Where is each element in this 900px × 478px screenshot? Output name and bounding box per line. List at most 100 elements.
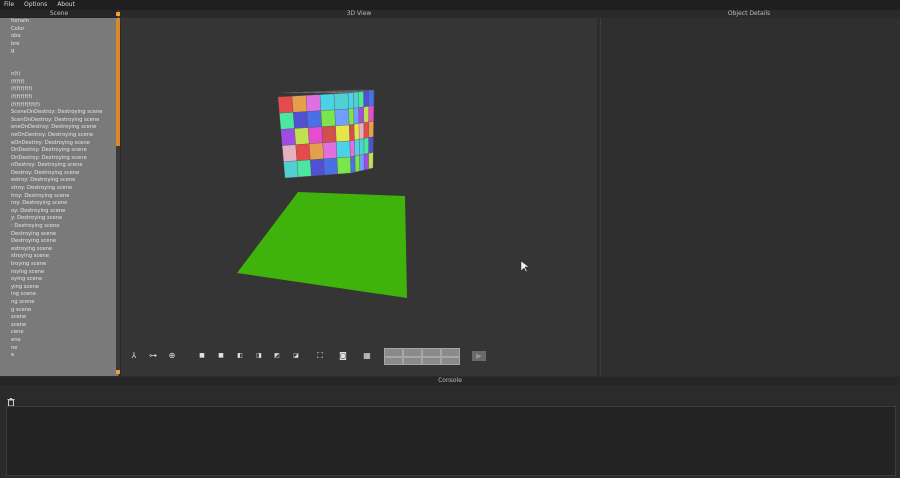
layout-button-1[interactable]	[384, 348, 403, 357]
scene-list-item[interactable]: oy: Destroying scene	[0, 208, 116, 216]
scene-list-item[interactable]: g	[0, 48, 116, 56]
scene-list-item[interactable]: scene	[0, 314, 116, 322]
trash-icon[interactable]	[7, 391, 15, 407]
scene-scrollbar-thumb[interactable]	[116, 18, 120, 146]
cube-facet	[368, 89, 375, 107]
scroll-up-arrow-icon[interactable]	[116, 12, 120, 16]
scene-list-item[interactable]: bre	[0, 41, 116, 49]
scene-list-item[interactable]: OnDestroy: Destroying scene	[0, 147, 116, 155]
grid-icon[interactable]: ▦	[362, 351, 372, 361]
layout-button-7[interactable]	[422, 357, 441, 365]
cube-facet	[359, 154, 365, 172]
3d-view-panel[interactable]: 3D View ⅄ ⊶ ⊕ ■ ■ ◧ ◨ ◩ ◪ ⛶ ◙ ▦ ▶	[121, 10, 597, 376]
mouse-cursor-icon	[520, 260, 530, 273]
view-top-icon[interactable]: ◩	[272, 351, 282, 361]
scene-list-item[interactable]: ene	[0, 337, 116, 345]
scene-list-item[interactable]: OnDestroy: Destroying scene	[0, 155, 116, 163]
scene-list-item[interactable]: oying scene	[0, 276, 116, 284]
scene-list-item[interactable]: Destroy: Destroying scene	[0, 170, 116, 178]
scene-list-item[interactable]: ing scene	[0, 291, 116, 299]
scene-list-item[interactable]: neOnDestroy: Destroying scene	[0, 132, 116, 140]
camera-icon[interactable]: ◙	[338, 351, 348, 361]
scene-list-item[interactable]: stroy: Destroying scene	[0, 185, 116, 193]
cube-facet	[348, 108, 355, 126]
cube-facet	[349, 124, 355, 142]
scene-list-item[interactable]: eOnDestroy: Destroying scene	[0, 140, 116, 148]
fit-view-icon[interactable]: ⛶	[315, 351, 325, 361]
scene-list-item[interactable]: obe	[0, 33, 116, 41]
layout-button-8[interactable]	[441, 357, 460, 365]
cube-facet	[336, 156, 352, 175]
cube-facet	[309, 142, 324, 161]
menu-options[interactable]: Options	[24, 1, 47, 8]
scene-list-item[interactable]: roy: Destroying scene	[0, 200, 116, 208]
rubiks-cube[interactable]	[277, 89, 375, 179]
scene-list-item[interactable]	[0, 64, 116, 72]
scene-list-item[interactable]: n(t)	[0, 71, 116, 79]
scene-list-item[interactable]: : Destroying scene	[0, 223, 116, 231]
cube-facet	[291, 95, 308, 113]
view-bottom-icon[interactable]: ◪	[291, 351, 301, 361]
play-icon[interactable]: ▶	[472, 351, 486, 361]
cube-facet	[368, 136, 374, 154]
scene-list-item[interactable]: SceneOnDestroy: Destroying scene	[0, 109, 116, 117]
view-left-icon[interactable]: ◧	[235, 351, 245, 361]
scene-list-item[interactable]: e	[0, 352, 116, 360]
ground-plane[interactable]	[237, 192, 407, 298]
scene-list-item[interactable]: eneOnDestroy: Destroying scene	[0, 124, 116, 132]
scene-list-item[interactable]: ne	[0, 345, 116, 353]
cube-facet	[308, 126, 323, 144]
cube-facet	[293, 111, 309, 129]
scene-list-item[interactable]: Destroying scene	[0, 238, 116, 246]
menu-file[interactable]: File	[4, 1, 14, 8]
target-icon[interactable]: ⊕	[167, 351, 177, 361]
scene-list-item[interactable]: stroying scene	[0, 253, 116, 261]
layout-button-3[interactable]	[422, 348, 441, 357]
scene-list-item[interactable]: Destroying scene	[0, 231, 116, 239]
scene-list-item[interactable]: cene	[0, 329, 116, 337]
cube-facet	[358, 91, 364, 108]
scroll-down-arrow-icon[interactable]	[116, 370, 120, 374]
scene-list-item[interactable]: estroy: Destroying scene	[0, 177, 116, 185]
cube-facet	[363, 121, 369, 139]
menu-about[interactable]: About	[57, 1, 75, 8]
scene-list-item[interactable]	[0, 56, 116, 64]
layout-button-5[interactable]	[384, 357, 403, 365]
scene-list-item[interactable]: ScenOnDestroy: Destroying scene	[0, 117, 116, 125]
3d-viewport[interactable]	[121, 10, 597, 376]
scene-list-item[interactable]: (f(f(f(f(f(f(f)	[0, 102, 116, 110]
scene-list-item[interactable]: troy: Destroying scene	[0, 193, 116, 201]
ruler-icon[interactable]: ⊶	[148, 351, 158, 361]
scene-list-item[interactable]: ng scene	[0, 299, 116, 307]
cube-facet	[305, 94, 322, 112]
scene-list-item[interactable]: roying scene	[0, 269, 116, 277]
scene-list-item[interactable]: estroying scene	[0, 246, 116, 254]
view-back-icon[interactable]: ■	[216, 351, 226, 361]
layout-button-6[interactable]	[403, 357, 422, 365]
scene-list-item[interactable]: (f(f(f(f(f)	[0, 94, 116, 102]
scene-list-item[interactable]: (f(f(f)	[0, 79, 116, 87]
cube-facet	[336, 140, 351, 159]
cube-facet	[320, 109, 336, 127]
scene-list-item[interactable]: nDestroy: Destroying scene	[0, 162, 116, 170]
cube-facet	[321, 125, 337, 143]
layout-button-4[interactable]	[441, 348, 460, 357]
scene-list-item[interactable]: g scene	[0, 307, 116, 315]
cube-facet	[283, 160, 299, 179]
scene-list-item[interactable]: fomain	[0, 18, 116, 26]
cube-facet	[354, 154, 360, 173]
cube-facet	[363, 106, 369, 123]
cube-facet	[295, 143, 311, 162]
scene-list-item[interactable]: Color	[0, 26, 116, 34]
view-right-icon[interactable]: ◨	[254, 351, 264, 361]
scene-list-item[interactable]: scene	[0, 322, 116, 330]
axes-icon[interactable]: ⅄	[129, 351, 139, 361]
scene-list-item[interactable]: troying scene	[0, 261, 116, 269]
scene-list-item[interactable]: (f(f(f(f(f)	[0, 86, 116, 94]
console-output[interactable]	[6, 406, 896, 476]
scene-list-item[interactable]: y: Destroying scene	[0, 215, 116, 223]
layout-button-2[interactable]	[403, 348, 422, 357]
scene-list[interactable]: fomain Color obe bre g n(t) (f(f(f) (f(f(f(f(f)…	[0, 18, 116, 376]
view-front-icon[interactable]: ■	[197, 351, 207, 361]
scene-list-item[interactable]: ying scene	[0, 284, 116, 292]
